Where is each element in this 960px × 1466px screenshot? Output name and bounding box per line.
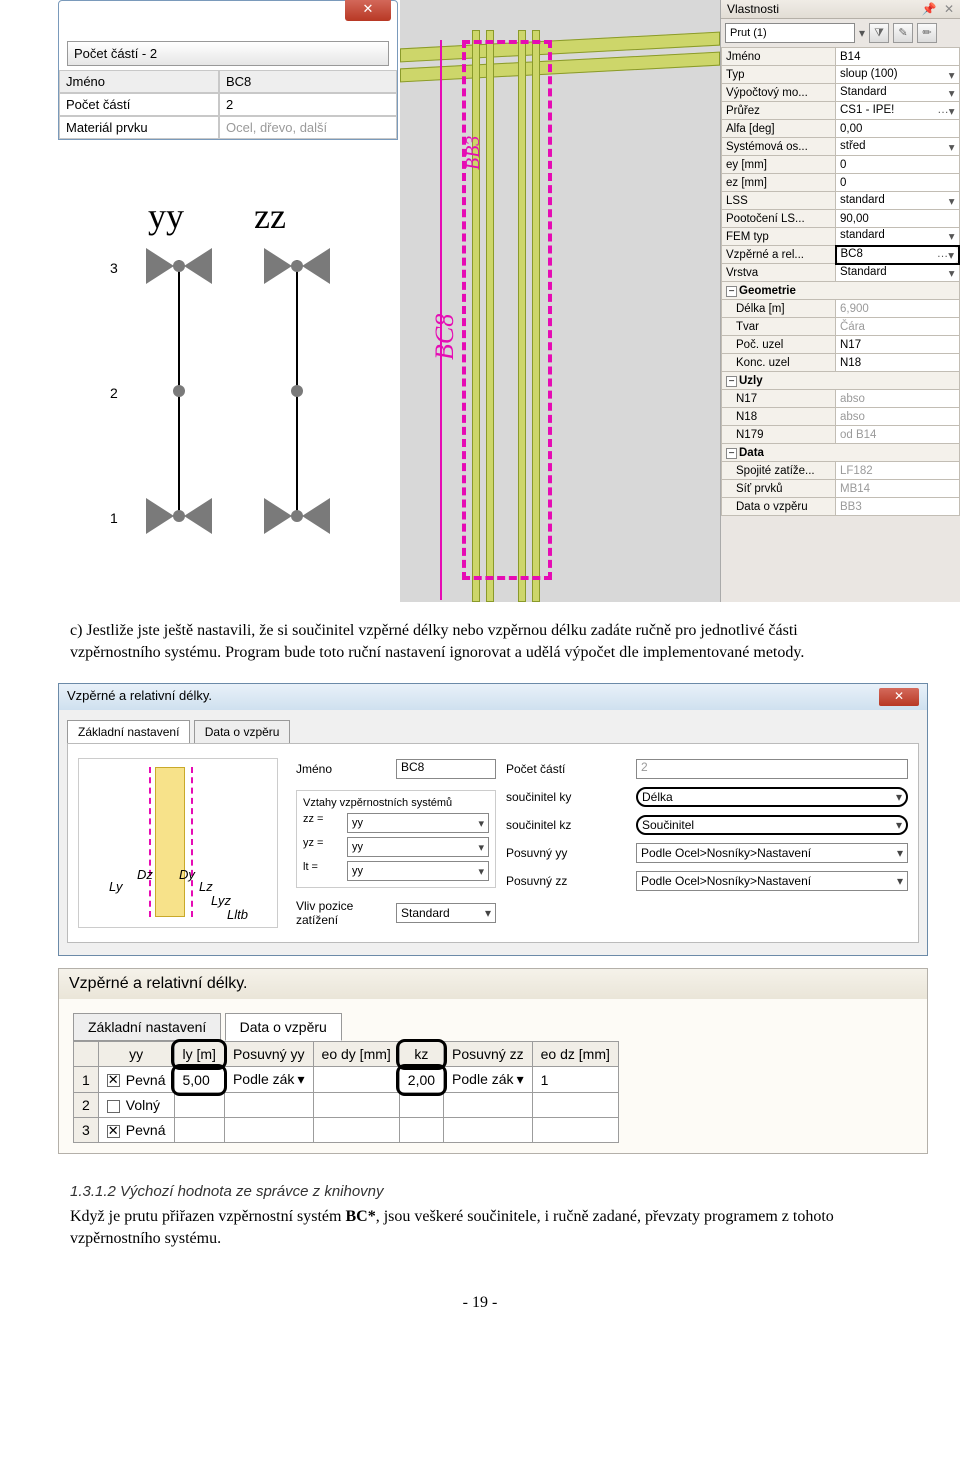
properties-panel: Vlastnosti 📌 ✕ ▾ ⧩ ✎ ✏ JménoB14Typsloup … [720, 0, 960, 602]
ky-select[interactable]: Délka▾ [636, 787, 908, 807]
row-value[interactable]: BC8 [219, 70, 397, 93]
row-label: Materiál prvku [59, 116, 219, 139]
num-2: 2 [110, 385, 118, 401]
row-label: Počet částí [59, 93, 219, 116]
yz-select[interactable]: yy▾ [347, 837, 489, 857]
label-zz: zz [254, 195, 286, 237]
edit-icon[interactable]: ✏ [917, 23, 937, 43]
vliv-select[interactable]: Standard▾ [396, 903, 496, 923]
pocet-input: 2 [636, 759, 908, 779]
row-value[interactable]: 2 [219, 93, 397, 116]
section-heading: 1.3.1.2 Výchozí hodnota ze správce z kni… [70, 1182, 890, 1202]
num-1: 1 [110, 510, 118, 526]
props-title: Vlastnosti [727, 2, 779, 16]
dialog-data-vzperu: Vzpěrné a relativní délky. Základní nast… [58, 968, 928, 1154]
dlg3-title: Vzpěrné a relativní délky. [59, 969, 927, 999]
wand-icon[interactable]: ✎ [893, 23, 913, 43]
lt-select[interactable]: yy▾ [347, 861, 489, 881]
dlg2-title: Vzpěrné a relativní délky. [67, 688, 212, 706]
pin-icon[interactable]: 📌 [922, 2, 937, 16]
close-icon[interactable]: ✕ [944, 2, 954, 16]
row-label: Jméno [59, 70, 219, 93]
page-number: - 19 - [0, 1294, 960, 1312]
num-3: 3 [110, 260, 118, 276]
pyy-select[interactable]: Podle Ocel>Nosníky>Nastavení▾ [636, 843, 908, 863]
props-combo[interactable] [725, 23, 855, 43]
zz-select[interactable]: yy▾ [347, 813, 489, 833]
label-yy: yy [148, 195, 184, 237]
close-icon[interactable]: ✕ [345, 0, 391, 21]
jmeno-input[interactable]: BC8 [396, 759, 496, 779]
filter-icon[interactable]: ⧩ [869, 23, 889, 43]
preview-column: Ly Dz Dy Lz Lyz Lltb [78, 758, 278, 928]
paragraph: Když je prutu přiřazen vzpěrnostní systé… [70, 1206, 890, 1249]
pzz-select[interactable]: Podle Ocel>Nosníky>Nastavení▾ [636, 871, 908, 891]
label-bb3: BB3 [462, 136, 485, 170]
tab-data-vzperu[interactable]: Data o vzpěru [225, 1013, 342, 1041]
tab-zakladni[interactable]: Základní nastavení [73, 1013, 221, 1041]
tab-data-vzperu[interactable]: Data o vzpěru [194, 720, 291, 743]
kz-select[interactable]: Součinitel▾ [636, 815, 908, 835]
row-value[interactable]: Ocel, dřevo, další [219, 116, 397, 139]
label-bc8: BC8 [430, 314, 460, 360]
dialog-title: Počet částí - 2 [67, 41, 389, 66]
dialog-pocet-casti: ✕ Počet částí - 2 Jméno BC8 Počet částí … [58, 0, 398, 140]
tab-zakladni[interactable]: Základní nastavení [67, 720, 190, 743]
dialog-vzperne-delky: Vzpěrné a relativní délky. ✕ Základní na… [58, 683, 928, 956]
paragraph-c: c) Jestliže jste ještě nastavili, že si … [70, 620, 890, 663]
close-icon[interactable]: ✕ [879, 688, 919, 706]
viewport-3d[interactable]: BC8 BB3 [400, 0, 720, 602]
yy-zz-diagram: yy zz [58, 175, 398, 247]
